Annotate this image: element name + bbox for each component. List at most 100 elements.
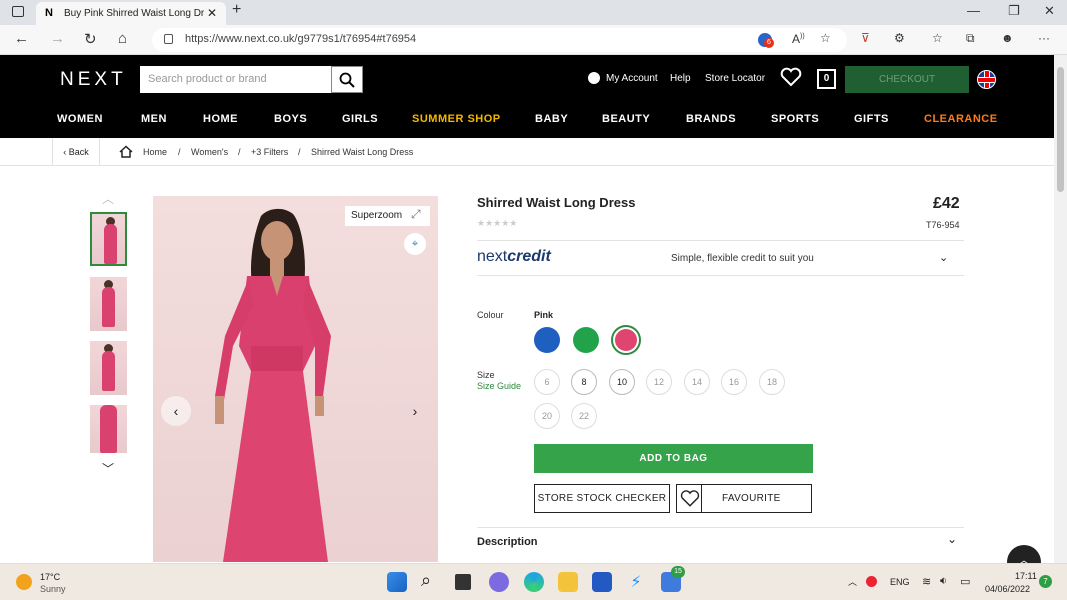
thumbnail-3[interactable] — [90, 341, 127, 395]
size-option[interactable]: 16 — [721, 369, 747, 395]
nav-women[interactable]: WOMEN — [57, 113, 103, 125]
shopping-extension-icon[interactable]: 6 — [758, 33, 774, 48]
mail-icon[interactable]: 15 — [661, 566, 685, 592]
read-aloud-icon[interactable]: A)) — [792, 32, 805, 46]
page-scrollbar[interactable] — [1054, 55, 1067, 563]
size-option[interactable]: 22 — [571, 403, 597, 429]
browser-tab[interactable]: N Buy Pink Shirred Waist Long Dress ✕ — [36, 2, 226, 25]
home-icon[interactable]: ⌂ — [118, 30, 127, 47]
swatch-blue[interactable] — [534, 327, 560, 353]
thumbs-down-chevron-icon[interactable]: ﹀ — [102, 460, 114, 477]
home-crumb-icon[interactable] — [119, 145, 133, 158]
antivirus-icon[interactable] — [866, 576, 877, 587]
task-view-icon[interactable] — [455, 574, 471, 590]
scrollbar-thumb[interactable] — [1057, 67, 1064, 192]
language-indicator[interactable]: ENG — [890, 577, 910, 587]
battery-icon[interactable]: ▭ — [960, 575, 970, 588]
my-account-link[interactable]: My Account — [606, 73, 658, 84]
size-option[interactable]: 18 — [759, 369, 785, 395]
nav-sports[interactable]: SPORTS — [771, 113, 819, 125]
favourites-star-icon[interactable]: ☆ — [820, 31, 831, 45]
checkout-button[interactable]: CHECKOUT — [845, 66, 969, 93]
minimize-icon[interactable]: — — [967, 3, 980, 18]
thumbs-up-chevron-icon[interactable]: ︿ — [102, 190, 114, 207]
next-logo[interactable]: NEXT — [60, 69, 127, 91]
nav-gifts[interactable]: GIFTS — [854, 113, 889, 125]
forward-arrow-icon[interactable]: → — [50, 30, 65, 47]
collections-icon[interactable]: ⧉ — [966, 31, 975, 46]
add-to-bag-button[interactable]: ADD TO BAG — [534, 444, 813, 473]
weather-text[interactable]: Sunny — [40, 584, 66, 594]
volume-icon[interactable]: 🔉︎ — [940, 575, 947, 588]
account-icon[interactable] — [588, 72, 600, 84]
uk-flag-icon[interactable] — [977, 70, 996, 89]
thumbnail-4[interactable] — [90, 405, 127, 453]
sun-weather-icon[interactable] — [16, 574, 32, 590]
nav-girls[interactable]: GIRLS — [342, 113, 378, 125]
windows-start-icon[interactable] — [387, 572, 407, 592]
size-option[interactable]: 6 — [534, 369, 560, 395]
new-tab-icon[interactable]: + — [232, 1, 241, 19]
thumbnail-2[interactable] — [90, 277, 127, 331]
next-image-button[interactable]: › — [400, 396, 430, 426]
tab-actions-icon[interactable] — [12, 6, 24, 17]
size-option[interactable]: 8 — [571, 369, 597, 395]
superzoom-button[interactable]: Superzoom ⤢ — [345, 206, 430, 226]
pocket-icon[interactable]: ⊽ — [861, 31, 870, 45]
nav-men[interactable]: MEN — [141, 113, 167, 125]
back-arrow-icon[interactable]: ← — [14, 30, 29, 47]
rating-stars[interactable]: ★★★★★ — [477, 218, 517, 229]
nav-beauty[interactable]: BEAUTY — [602, 113, 650, 125]
store-icon[interactable] — [592, 572, 612, 592]
close-tab-icon[interactable]: ✕ — [207, 2, 217, 25]
shopping-bag-icon[interactable]: 0 — [817, 69, 836, 89]
nav-baby[interactable]: BABY — [535, 113, 568, 125]
extensions-icon[interactable]: ⚙ — [894, 31, 905, 45]
search-button[interactable] — [331, 66, 363, 93]
product-main-image[interactable] — [153, 196, 438, 562]
nav-clearance[interactable]: CLEARANCE — [924, 113, 998, 125]
nav-brands[interactable]: BRANDS — [686, 113, 736, 125]
crumb-filters[interactable]: +3 Filters — [251, 147, 288, 157]
store-stock-checker-button[interactable]: STORE STOCK CHECKER — [534, 484, 670, 513]
size-guide-link[interactable]: Size Guide — [477, 381, 521, 391]
size-option[interactable]: 10 — [609, 369, 635, 395]
next-credit-banner[interactable]: nextcredit Simple, flexible credit to su… — [477, 240, 964, 276]
size-option[interactable]: 12 — [646, 369, 672, 395]
file-explorer-icon[interactable] — [558, 572, 578, 592]
favourite-button[interactable]: FAVOURITE — [676, 484, 812, 513]
crumb-womens[interactable]: Women's — [191, 147, 228, 157]
close-window-icon[interactable]: ✕ — [1044, 3, 1055, 19]
search-input[interactable]: Search product or brand — [140, 66, 332, 93]
favourites-heart-icon[interactable] — [780, 67, 802, 87]
tray-chevron-icon[interactable]: ︿ — [848, 575, 857, 588]
clock-time[interactable]: 17:11 — [1015, 571, 1037, 581]
size-option[interactable]: 20 — [534, 403, 560, 429]
maximize-icon[interactable]: ❐ — [1008, 3, 1020, 19]
visual-search-icon[interactable]: ⌖ — [404, 233, 426, 255]
edge-browser-icon[interactable] — [524, 572, 544, 592]
prev-image-button[interactable]: ‹ — [161, 396, 191, 426]
weather-temp[interactable]: 17°C — [40, 572, 60, 582]
clock-date[interactable]: 04/06/2022 — [985, 584, 1030, 594]
wifi-icon[interactable]: ≋ — [922, 575, 931, 588]
nav-summer-shop[interactable]: SUMMER SHOP — [412, 113, 501, 125]
back-button[interactable]: ‹ Back — [52, 138, 100, 166]
nav-home[interactable]: HOME — [203, 113, 238, 125]
profile-icon[interactable]: ☻ — [1001, 31, 1014, 45]
nav-boys[interactable]: BOYS — [274, 113, 307, 125]
teams-chat-icon[interactable] — [489, 572, 509, 592]
swatch-pink[interactable] — [615, 329, 637, 351]
crumb-home[interactable]: Home — [143, 147, 167, 157]
favourites-bar-icon[interactable]: ☆ — [932, 31, 943, 45]
vscode-icon[interactable]: ⚡ — [626, 572, 646, 592]
more-menu-icon[interactable]: ··· — [1038, 31, 1050, 45]
search-icon[interactable]: ⌕ — [421, 570, 441, 590]
thumbnail-1[interactable] — [90, 212, 127, 266]
description-accordion[interactable]: Description ⌄ — [477, 527, 964, 555]
size-option[interactable]: 14 — [684, 369, 710, 395]
notification-badge[interactable]: 7 — [1039, 575, 1052, 588]
url-bar[interactable]: https://www.next.co.uk/g9779s1/t76954#t7… — [152, 28, 847, 52]
refresh-icon[interactable]: ↻ — [84, 30, 97, 48]
store-locator-link[interactable]: Store Locator — [705, 73, 765, 84]
